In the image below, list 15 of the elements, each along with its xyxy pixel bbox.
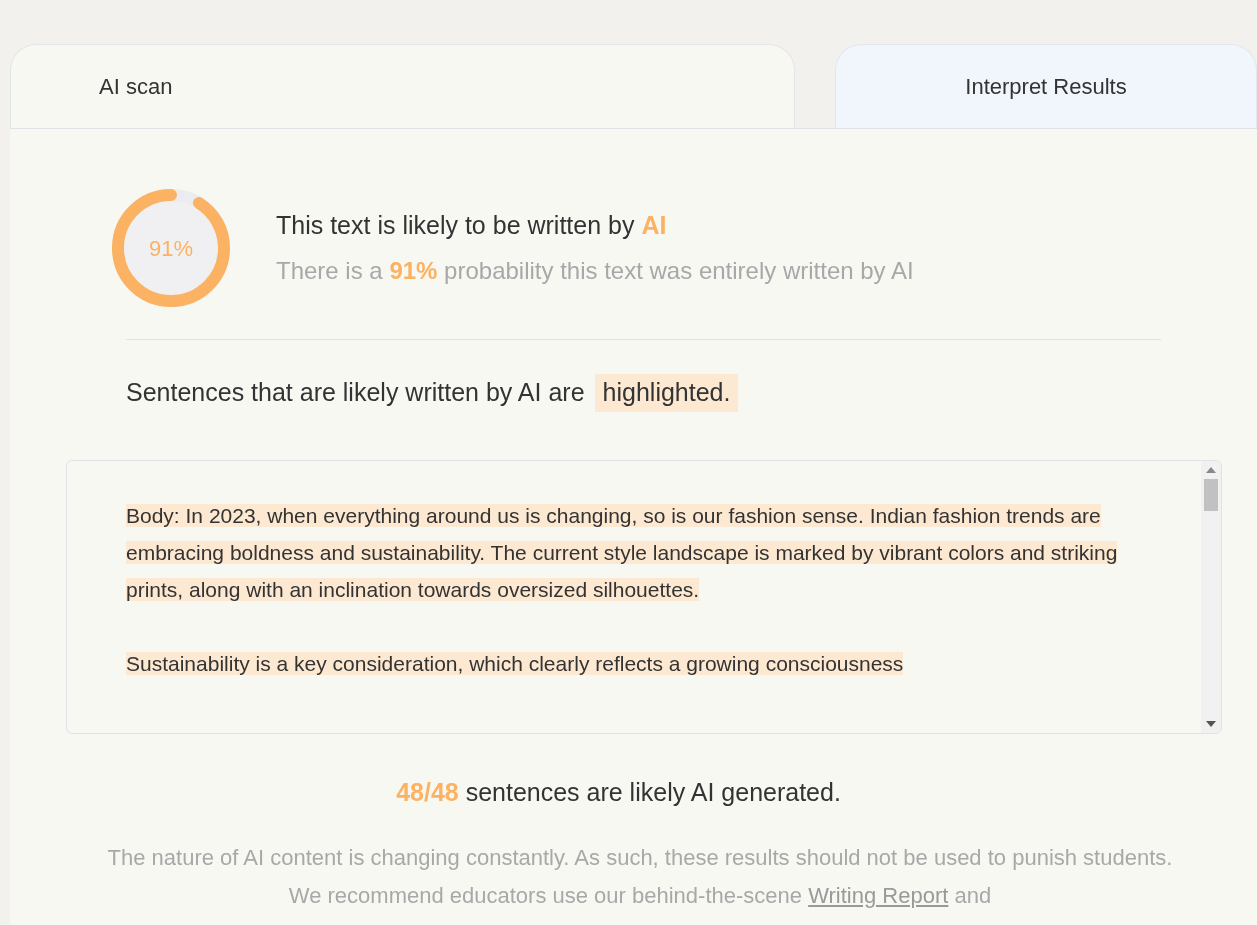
result-headline: This text is likely to be written by AI (276, 210, 668, 242)
tab[interactable]: AI scan (10, 44, 795, 128)
scanned-paragraph: Body: In 2023, when everything around us is changing, so is our fashion sense. Indian fashion trends are embracing boldness and sustainability. The current style landscape is marked by vibrant colors and striking prints, along with an inclination towards oversized silhouettes. (126, 502, 1119, 603)
percent-label: 91% (147, 234, 194, 263)
scroll-up-icon[interactable] (1206, 466, 1216, 473)
result-probability: There is a 91% probability this text was entirely written by AI (276, 255, 914, 286)
sentence-summary: 48/48 sentences are likely AI generated. (396, 776, 841, 808)
disclaimer-text: The nature of AI content is changing constantly. As such, these results should not be used to punish students. We recommend educators use our behind-the-scene Writing Report and (106, 844, 1174, 910)
scanned-paragraph: Sustainability is a key consideration, which clearly reflects a growing consciousness (126, 650, 905, 677)
scroll-down-icon[interactable] (1206, 720, 1216, 727)
highlight-sample: highlighted. (594, 374, 739, 412)
scrollbar[interactable] (1201, 460, 1221, 733)
scrollbar-thumb[interactable] (1204, 478, 1218, 511)
legend-text: Sentences that are likely written by AI are (126, 377, 585, 408)
tab[interactable]: Interpret Results (835, 44, 1257, 128)
